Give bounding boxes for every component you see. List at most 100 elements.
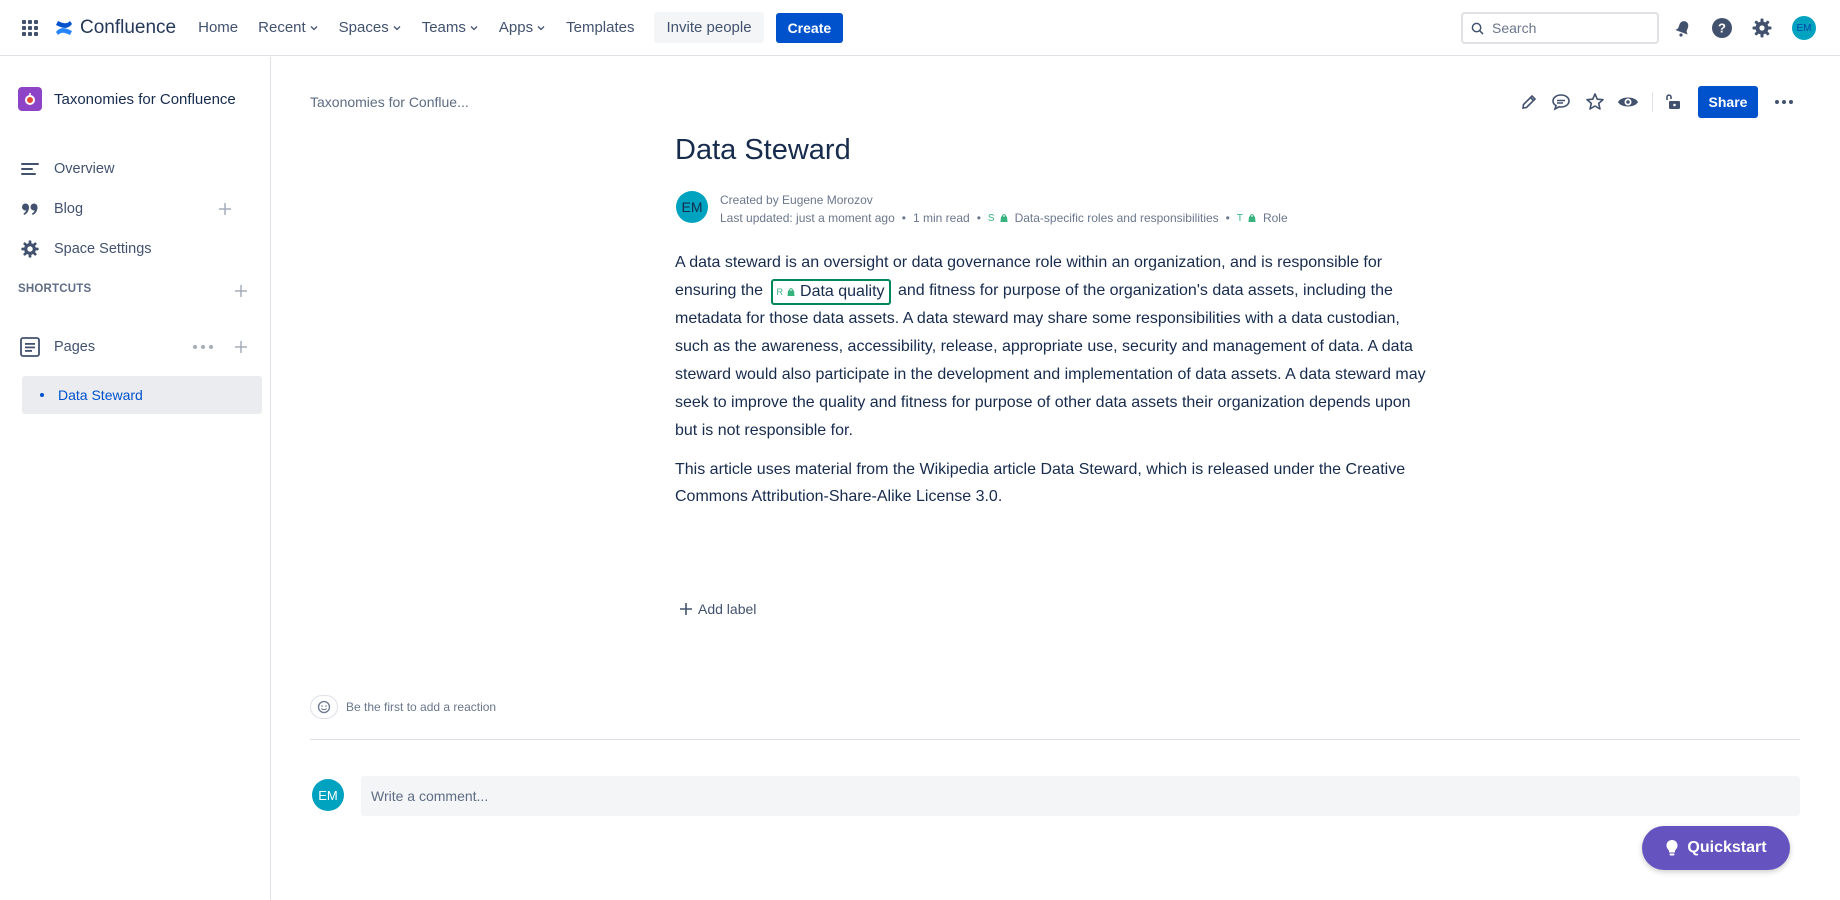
reaction-prompt: Be the first to add a reaction [346, 700, 497, 714]
separator-dot: • [1225, 211, 1230, 225]
add-label-button[interactable]: Add label [679, 601, 756, 617]
last-updated[interactable]: Last updated: just a moment ago [720, 211, 895, 225]
tag-label: Data-specific roles and responsibilities [1014, 211, 1219, 225]
author-avatar[interactable]: EM [676, 191, 708, 223]
tag-label: Data quality [800, 283, 885, 300]
page-byline: EM Created by Eugene Morozov Last update… [676, 191, 1288, 227]
app-switcher-icon[interactable] [18, 16, 42, 40]
create-button[interactable]: Create [775, 12, 844, 43]
lightbulb-icon [1666, 840, 1678, 856]
tag-label: Role [1262, 211, 1288, 225]
quote-icon [18, 197, 42, 221]
nav-home-label: Home [198, 19, 239, 36]
comment-input[interactable]: Write a comment... [361, 776, 1800, 816]
page-body: A data steward is an oversight or data g… [675, 249, 1435, 455]
confluence-logo-icon [56, 20, 72, 35]
space-sidebar: Taxonomies for Confluence Overview Blog … [0, 57, 271, 900]
separator-dot: • [976, 211, 981, 225]
tag-bag-icon [1248, 214, 1256, 222]
chevron-down-icon [470, 25, 478, 30]
tag-prefix: S [987, 212, 995, 224]
plus-icon [680, 603, 692, 615]
created-by[interactable]: Created by Eugene Morozov [720, 193, 873, 207]
nav-apps-label: Apps [498, 19, 534, 36]
page-tree-item-data-steward[interactable]: Data Steward [22, 376, 262, 414]
comments-divider [310, 739, 1800, 740]
taxonomy-tag-scope[interactable]: S Data-specific roles and responsibiliti… [988, 211, 1219, 225]
tag-prefix: T [1236, 212, 1243, 224]
sidebar-item-space-settings[interactable]: Space Settings [18, 235, 254, 263]
action-divider [1652, 92, 1653, 112]
nav-templates[interactable]: Templates [566, 19, 634, 36]
overview-icon [18, 157, 42, 181]
page-tree-label: Data Steward [58, 387, 143, 403]
gear-icon [18, 237, 42, 261]
add-shortcut-icon[interactable] [232, 282, 250, 300]
separator-dot: • [901, 211, 906, 225]
share-button[interactable]: Share [1698, 86, 1758, 118]
inline-taxonomy-tag[interactable]: R Data quality [770, 279, 891, 305]
chevron-down-icon [393, 25, 401, 30]
svg-text:?: ? [1718, 21, 1726, 36]
pages-icon [18, 335, 42, 359]
confluence-logo[interactable]: Confluence [54, 17, 176, 39]
nav-templates-label: Templates [566, 19, 635, 36]
sidebar-item-label: Space Settings [54, 241, 152, 257]
space-header[interactable]: Taxonomies for Confluence [18, 87, 236, 111]
sidebar-item-label: Pages [54, 339, 96, 355]
invite-people-button[interactable]: Invite people [654, 12, 764, 43]
breadcrumb[interactable]: Taxonomies for Conflue... [310, 94, 469, 110]
chevron-down-icon [310, 25, 318, 30]
restrictions-unlock-icon[interactable] [1661, 90, 1685, 114]
more-actions-icon[interactable] [1770, 90, 1798, 114]
watch-eye-icon[interactable] [1616, 90, 1640, 114]
chevron-down-icon [537, 25, 545, 30]
nav-teams[interactable]: Teams [422, 19, 479, 36]
add-label-text: Add label [698, 601, 757, 617]
quickstart-label: Quickstart [1687, 839, 1767, 856]
nav-recent[interactable]: Recent [258, 19, 319, 36]
paragraph: A data steward is an oversight or data g… [675, 249, 1435, 445]
commenter-avatar: EM [312, 779, 344, 811]
nav-recent-label: Recent [258, 19, 306, 36]
add-page-icon[interactable] [232, 338, 250, 356]
quickstart-button[interactable]: Quickstart [1642, 826, 1790, 870]
tag-bag-icon [787, 288, 795, 296]
paragraph: This article uses material from the Wiki… [675, 461, 1406, 505]
settings-gear-icon[interactable] [1750, 16, 1774, 40]
page-title: Data Steward [675, 134, 851, 166]
search-input[interactable]: Search [1461, 12, 1659, 44]
nav-home[interactable]: Home [198, 19, 238, 36]
comment-icon[interactable] [1549, 90, 1573, 114]
sidebar-item-pages[interactable]: Pages [18, 333, 254, 361]
bullet-icon [40, 393, 44, 397]
help-icon[interactable]: ? [1710, 16, 1734, 40]
add-reaction-icon[interactable] [310, 695, 338, 719]
reactions: Be the first to add a reaction [310, 695, 496, 719]
nav-apps[interactable]: Apps [499, 19, 546, 36]
nav-spaces-label: Spaces [338, 19, 389, 36]
tag-prefix: R [776, 287, 784, 297]
space-name: Taxonomies for Confluence [54, 90, 236, 108]
sidebar-item-overview[interactable]: Overview [18, 155, 254, 183]
nav-teams-label: Teams [421, 19, 466, 36]
paragraph-text: and fitness for purpose of the organizat… [675, 282, 1426, 439]
tag-bag-icon [1000, 214, 1008, 222]
top-navigation: Confluence Home Recent Spaces Teams Apps… [0, 0, 1840, 56]
notifications-icon[interactable] [1671, 16, 1695, 40]
search-icon [1471, 22, 1484, 35]
search-placeholder: Search [1492, 20, 1537, 36]
taxonomy-tag-role[interactable]: T Role [1237, 211, 1288, 225]
add-blog-icon[interactable] [216, 200, 234, 218]
sidebar-item-label: Blog [54, 201, 84, 217]
edit-pencil-icon[interactable] [1517, 90, 1541, 114]
sidebar-item-blog[interactable]: Blog [18, 195, 254, 223]
star-icon[interactable] [1583, 90, 1607, 114]
shortcuts-heading: SHORTCUTS [18, 283, 92, 295]
nav-spaces[interactable]: Spaces [339, 19, 402, 36]
page-meta: Created by Eugene Morozov Last updated: … [720, 191, 1288, 227]
brand-name: Confluence [80, 16, 177, 38]
space-logo-icon [18, 87, 42, 111]
pages-more-icon[interactable] [193, 341, 213, 353]
user-avatar[interactable]: EM [1792, 16, 1816, 40]
